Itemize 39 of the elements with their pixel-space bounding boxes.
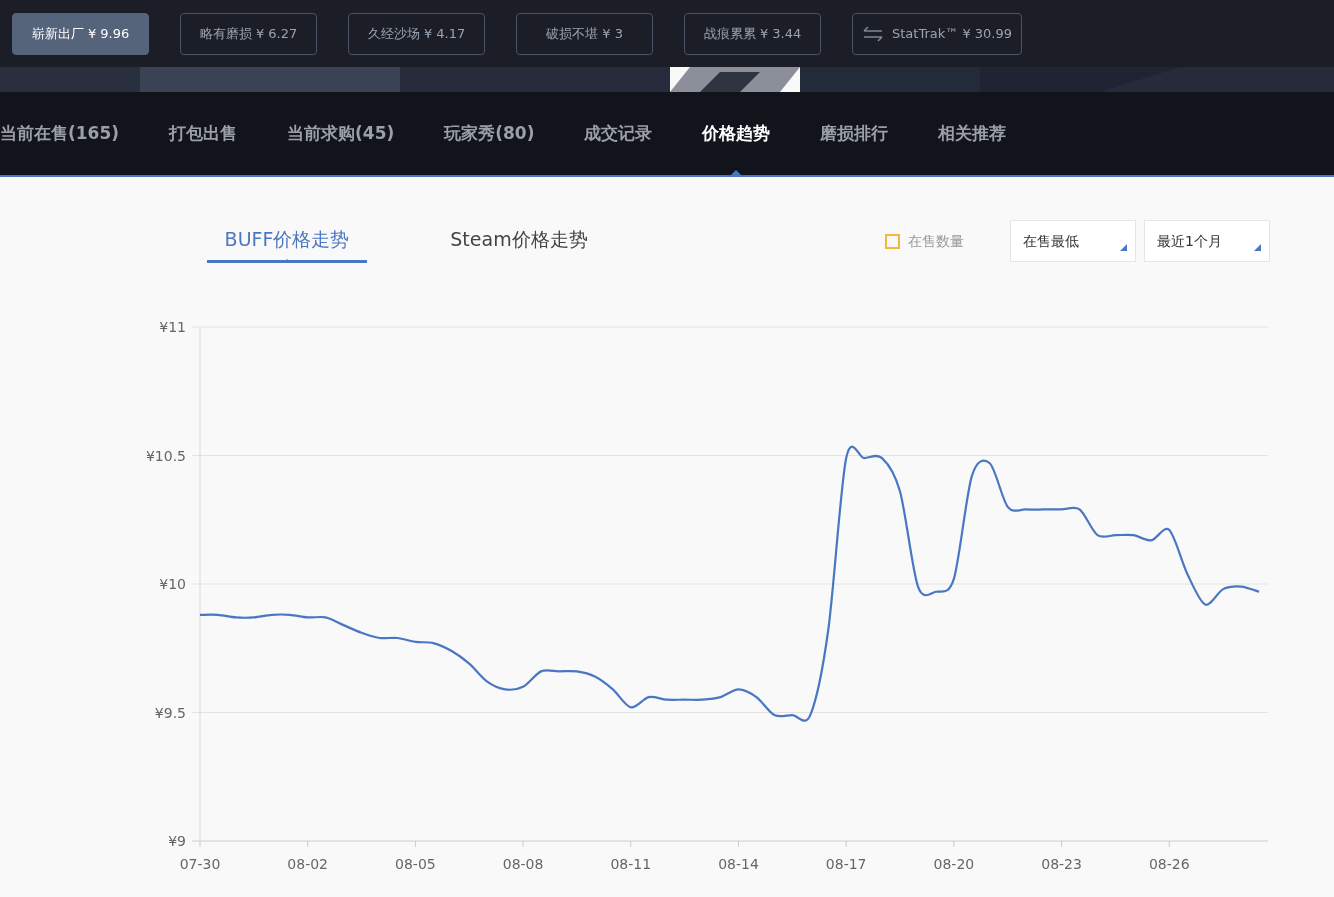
wear-button[interactable]: 久经沙场 ¥ 4.17 — [348, 12, 485, 55]
y-axis-label: ¥9.5 — [154, 704, 186, 721]
x-axis-label: 08-11 — [610, 856, 652, 872]
x-axis-label: 08-05 — [395, 856, 436, 872]
x-axis-label: 08-02 — [287, 856, 329, 872]
wear-button[interactable]: StatTrak™ ¥ 30.99 — [852, 12, 1022, 55]
checkbox-label: 在售数量 — [908, 231, 964, 251]
nav-tab[interactable]: 玩家秀(80) — [444, 92, 535, 175]
wear-button[interactable]: 破损不堪 ¥ 3 — [516, 12, 653, 55]
nav-tab[interactable]: 当前求购(45) — [287, 92, 395, 175]
wear-button[interactable]: 略有磨损 ¥ 6.27 — [180, 12, 317, 55]
dropdown[interactable]: 最近1个月 — [1144, 220, 1270, 262]
x-axis-label: 08-26 — [1148, 856, 1190, 872]
y-axis-label: ¥11 — [159, 319, 186, 335]
dropdown-corner-icon — [1120, 244, 1127, 251]
x-axis-label: 08-08 — [502, 856, 544, 872]
nav-tab[interactable]: 相关推荐 — [938, 92, 1007, 175]
dropdown-corner-icon — [1254, 244, 1261, 251]
x-axis-label: 07-30 — [179, 856, 221, 872]
x-axis-label: 08-23 — [1041, 856, 1082, 872]
x-axis-label: 08-20 — [933, 856, 975, 872]
x-axis-label: 08-17 — [825, 856, 867, 872]
nav-tab[interactable]: 打包出售 — [169, 92, 238, 175]
active-indicator-icon — [283, 259, 291, 263]
chart-tab[interactable]: Steam价格走势 — [439, 219, 599, 263]
y-axis-label: ¥10.5 — [145, 447, 186, 464]
dropdown[interactable]: 在售最低 — [1010, 220, 1136, 262]
x-axis-label: 08-14 — [718, 856, 759, 872]
wear-button[interactable]: 战痕累累 ¥ 3.44 — [684, 12, 821, 55]
y-axis-label: ¥10 — [159, 576, 186, 592]
wear-button[interactable]: 崭新出厂 ¥ 9.96 — [12, 12, 149, 55]
y-axis-label: ¥9 — [168, 833, 186, 849]
swap-icon — [861, 25, 884, 42]
on-sale-count-checkbox[interactable] — [885, 233, 900, 249]
nav-tab[interactable]: 成交记录 — [584, 92, 653, 175]
chart-tab[interactable]: BUFF价格走势 — [207, 219, 367, 263]
nav-tab[interactable]: 价格趋势 — [702, 92, 771, 175]
nav-tab[interactable]: 当前在售(165) — [0, 92, 120, 175]
nav-tab[interactable]: 磨损排行 — [820, 92, 889, 175]
